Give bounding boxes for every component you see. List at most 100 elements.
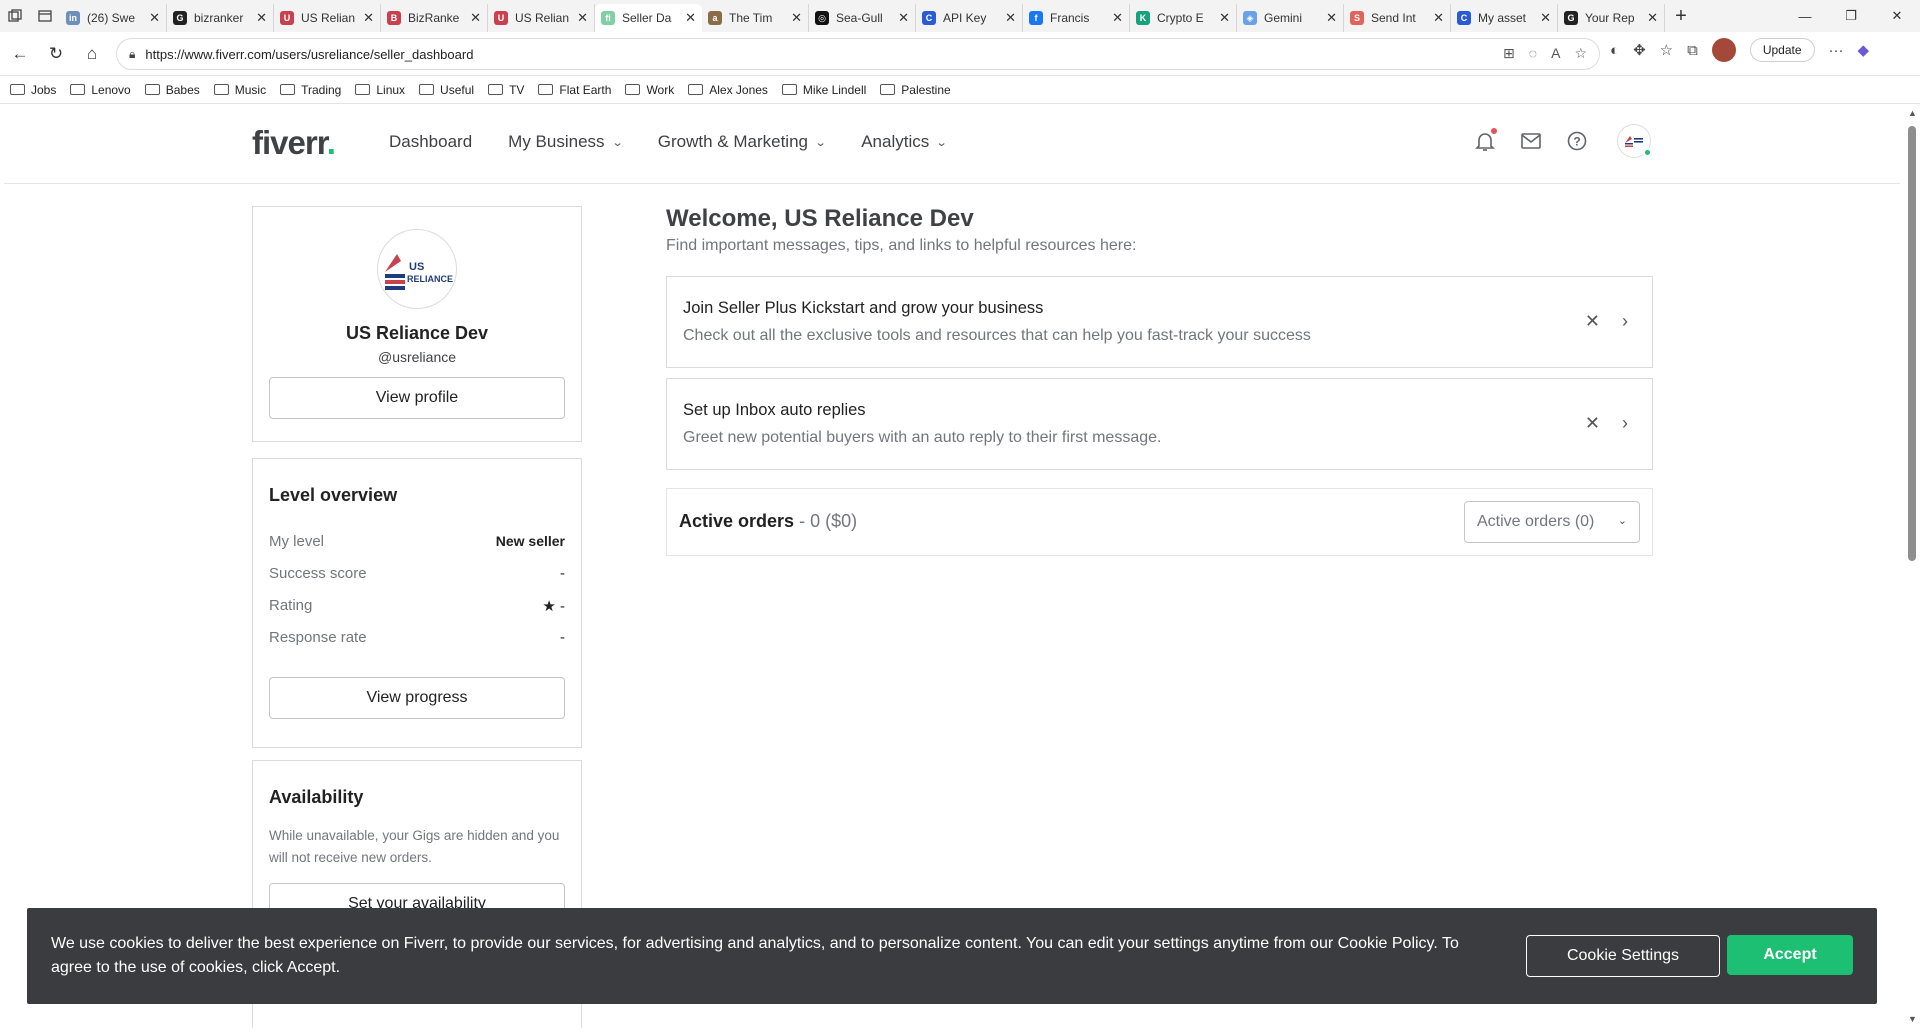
- bookmark-folder[interactable]: Linux: [355, 83, 405, 97]
- browser-profile-avatar[interactable]: [1711, 38, 1736, 62]
- close-tab-icon[interactable]: ✕: [1433, 10, 1444, 26]
- close-tab-icon[interactable]: ✕: [363, 10, 374, 26]
- browser-tab[interactable]: fi Seller Da ✕: [595, 4, 702, 32]
- envelope-icon[interactable]: [1520, 130, 1542, 152]
- scroll-down-icon[interactable]: ▼: [1908, 1014, 1917, 1024]
- bookmark-folder[interactable]: Music: [213, 83, 266, 97]
- message-card[interactable]: Set up Inbox auto replies Greet new pote…: [666, 378, 1653, 470]
- bookmark-folder[interactable]: Palestine: [880, 83, 951, 97]
- back-icon[interactable]: ←: [2, 36, 38, 72]
- nav-my-business[interactable]: My Business ⌄: [508, 132, 623, 152]
- close-tab-icon[interactable]: ✕: [1112, 10, 1123, 26]
- close-tab-icon[interactable]: ✕: [149, 10, 160, 26]
- browser-tab[interactable]: a The Tim ✕: [702, 4, 809, 32]
- nav-dashboard[interactable]: Dashboard: [389, 132, 472, 152]
- close-tab-icon[interactable]: ✕: [1540, 10, 1551, 26]
- update-button[interactable]: Update: [1749, 38, 1815, 62]
- welcome-heading: Welcome, US Reliance Dev: [666, 205, 974, 232]
- browser-tab[interactable]: U US Relian ✕: [274, 4, 381, 32]
- read-aloud-icon[interactable]: A: [1551, 45, 1560, 62]
- nav-analytics[interactable]: Analytics ⌄: [861, 132, 948, 152]
- site-header: fiverr. Dashboard My Business ⌄ Growth & …: [4, 104, 1900, 184]
- browser-tab[interactable]: S Send Int ✕: [1344, 4, 1451, 32]
- browser-tab[interactable]: G Your Rep ✕: [1558, 4, 1665, 32]
- close-tab-icon[interactable]: ✕: [685, 10, 696, 26]
- nav-growth-marketing[interactable]: Growth & Marketing ⌄: [658, 132, 827, 152]
- favorite-star-icon[interactable]: ☆: [1574, 45, 1587, 62]
- help-icon[interactable]: ?: [1566, 130, 1588, 152]
- bookmark-folder[interactable]: Jobs: [10, 83, 56, 97]
- browser-tab[interactable]: in (26) Swe ✕: [60, 4, 167, 32]
- chevron-right-icon[interactable]: ›: [1622, 311, 1628, 332]
- browser-tab[interactable]: Gbizranker ✕: [167, 4, 274, 32]
- tab-favicon-icon: in: [66, 11, 80, 25]
- close-tab-icon[interactable]: ✕: [1219, 10, 1230, 26]
- new-tab-button[interactable]: +: [1665, 5, 1697, 28]
- close-icon[interactable]: ✕: [1585, 413, 1600, 434]
- close-window-icon[interactable]: ✕: [1874, 0, 1920, 32]
- scroll-up-icon[interactable]: ▲: [1908, 108, 1917, 118]
- restore-icon[interactable]: ❐: [1828, 0, 1874, 32]
- browser-tab[interactable]: K Crypto E ✕: [1130, 4, 1237, 32]
- tab-actions-icon[interactable]: [30, 0, 60, 32]
- fiverr-logo[interactable]: fiverr.: [252, 124, 336, 162]
- minimize-icon[interactable]: —: [1782, 0, 1828, 32]
- bookmark-folder[interactable]: Work: [625, 83, 674, 97]
- message-card[interactable]: Join Seller Plus Kickstart and grow your…: [666, 276, 1653, 368]
- close-tab-icon[interactable]: ✕: [1326, 10, 1337, 26]
- bookmark-folder[interactable]: Babes: [144, 83, 200, 97]
- extension-icon[interactable]: ◐: [1610, 42, 1619, 59]
- browser-tab[interactable]: B BizRanke ✕: [381, 4, 488, 32]
- close-tab-icon[interactable]: ✕: [256, 10, 267, 26]
- browser-tab[interactable]: C My asset ✕: [1451, 4, 1558, 32]
- bookmark-folder[interactable]: Useful: [419, 83, 474, 97]
- url-text[interactable]: https://www.fiverr.com/users/usreliance/…: [145, 47, 473, 62]
- tab-title: Francis: [1050, 11, 1090, 25]
- address-bar[interactable]: 🔒︎ https://www.fiverr.com/users/usrelian…: [116, 38, 1600, 70]
- tracking-prevention-icon[interactable]: ◌: [1529, 45, 1537, 62]
- collections-icon[interactable]: ⧉: [1687, 42, 1698, 59]
- close-tab-icon[interactable]: ✕: [1005, 10, 1016, 26]
- copilot-icon[interactable]: ◆: [1858, 41, 1870, 59]
- close-icon[interactable]: ✕: [1585, 311, 1600, 332]
- bookmark-label: Flat Earth: [559, 82, 612, 97]
- browser-tab[interactable]: C API Key ✕: [916, 4, 1023, 32]
- tab-title: API Key: [943, 11, 987, 25]
- close-tab-icon[interactable]: ✕: [470, 10, 481, 26]
- profile-avatar[interactable]: US RELIANCE: [377, 229, 457, 309]
- user-avatar[interactable]: [1617, 124, 1652, 158]
- active-orders-count: - 0 ($0): [799, 511, 858, 531]
- refresh-icon[interactable]: ↻: [38, 36, 74, 72]
- bookmark-folder[interactable]: Alex Jones: [688, 83, 768, 97]
- active-orders-select[interactable]: Active orders (0) ⌄: [1464, 501, 1640, 543]
- tab-title: Seller Da: [622, 11, 672, 25]
- home-icon[interactable]: ⌂: [74, 36, 110, 72]
- view-progress-button[interactable]: View progress: [269, 677, 565, 719]
- browser-tab[interactable]: ◎ Sea-Gull ✕: [809, 4, 916, 32]
- extensions-puzzle-icon[interactable]: ✥: [1633, 41, 1646, 59]
- close-tab-icon[interactable]: ✕: [898, 10, 909, 26]
- favorites-icon[interactable]: ☆: [1660, 41, 1673, 59]
- browser-tab[interactable]: f Francis ✕: [1023, 4, 1130, 32]
- more-menu-icon[interactable]: ···: [1829, 42, 1844, 59]
- bookmark-folder[interactable]: Flat Earth: [538, 83, 611, 97]
- bookmark-folder[interactable]: Mike Lindell: [781, 83, 866, 97]
- close-tab-icon[interactable]: ✕: [791, 10, 802, 26]
- bell-icon[interactable]: [1474, 128, 1497, 152]
- cookie-settings-button[interactable]: Cookie Settings: [1526, 935, 1720, 977]
- app-available-icon[interactable]: ⊞: [1503, 45, 1515, 62]
- browser-tab[interactable]: ◈ Gemini ✕: [1237, 4, 1344, 32]
- chevron-right-icon[interactable]: ›: [1622, 413, 1628, 434]
- bookmark-folder[interactable]: TV: [488, 83, 524, 97]
- level-row: Rating ★ -: [269, 597, 565, 615]
- close-tab-icon[interactable]: ✕: [1647, 10, 1658, 26]
- bookmark-folder[interactable]: Lenovo: [70, 83, 131, 97]
- accept-cookies-button[interactable]: Accept: [1727, 935, 1853, 975]
- browser-tab[interactable]: U US Relian ✕: [488, 4, 595, 32]
- workspaces-icon[interactable]: [0, 0, 30, 32]
- close-tab-icon[interactable]: ✕: [577, 10, 588, 26]
- view-profile-button[interactable]: View profile: [269, 377, 565, 419]
- bookmark-folder[interactable]: Trading: [280, 83, 341, 97]
- scrollbar-thumb[interactable]: [1908, 126, 1916, 561]
- page-scrollbar[interactable]: ▲ ▼: [1904, 104, 1920, 1028]
